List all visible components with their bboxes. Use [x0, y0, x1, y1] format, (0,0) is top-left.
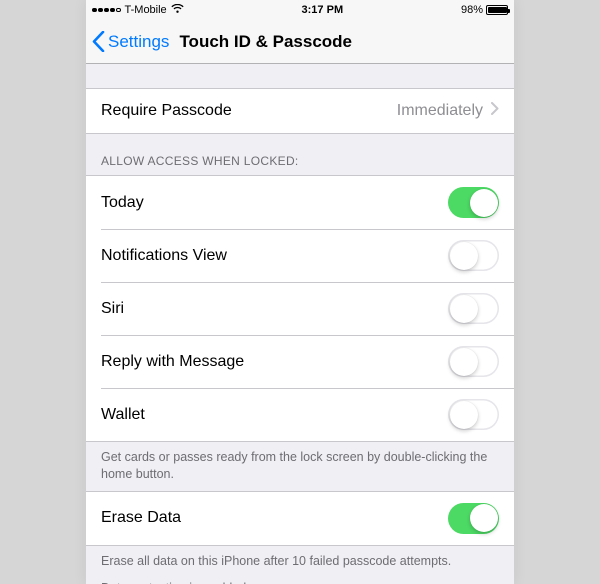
allow-access-cell: Notifications View [86, 229, 514, 282]
erase-data-switch[interactable] [448, 503, 499, 534]
require-passcode-label: Require Passcode [101, 102, 232, 120]
allow-access-item-label: Wallet [101, 406, 145, 424]
erase-data-label: Erase Data [101, 509, 181, 527]
allow-access-item-label: Today [101, 194, 144, 212]
back-label: Settings [108, 32, 169, 52]
status-bar: T-Mobile 3:17 PM 98% [86, 0, 514, 20]
allow-access-item-label: Reply with Message [101, 353, 244, 371]
background-blur-right [514, 0, 600, 584]
erase-data-cell: Erase Data [86, 492, 514, 545]
phone-screen: T-Mobile 3:17 PM 98% Settings Touch ID &… [86, 0, 514, 584]
battery-percent-label: 98% [461, 4, 483, 16]
require-passcode-cell[interactable]: Require Passcode Immediately [86, 89, 514, 133]
background-blur-left [0, 0, 86, 584]
allow-access-switch[interactable] [448, 346, 499, 377]
allow-access-item-label: Notifications View [101, 247, 227, 265]
allow-access-footer: Get cards or passes ready from the lock … [86, 442, 514, 491]
allow-access-switch[interactable] [448, 187, 499, 218]
erase-data-group: Erase Data [86, 491, 514, 546]
require-passcode-group: Require Passcode Immediately [86, 88, 514, 134]
allow-access-switch[interactable] [448, 240, 499, 271]
status-right: 98% [461, 4, 508, 16]
signal-strength-icon [92, 8, 121, 13]
navigation-bar: Settings Touch ID & Passcode [86, 20, 514, 64]
chevron-right-icon [491, 102, 499, 120]
allow-access-group: Today Notifications View Siri Reply with Me… [86, 175, 514, 442]
page-title: Touch ID & Passcode [179, 32, 352, 52]
allow-access-cell: Reply with Message [86, 335, 514, 388]
require-passcode-detail: Immediately [397, 102, 499, 120]
carrier-label: T-Mobile [125, 4, 167, 16]
allow-access-cell: Wallet [86, 388, 514, 441]
allow-access-switch[interactable] [448, 293, 499, 324]
allow-access-item-label: Siri [101, 300, 124, 318]
status-left: T-Mobile [92, 4, 184, 17]
clock-label: 3:17 PM [302, 4, 344, 16]
settings-content: Require Passcode Immediately ALLOW ACCES… [86, 64, 514, 584]
allow-access-cell: Siri [86, 282, 514, 335]
chevron-left-icon [92, 31, 105, 52]
wifi-icon [171, 4, 184, 17]
allow-access-header: ALLOW ACCESS WHEN LOCKED: [86, 134, 514, 175]
require-passcode-value: Immediately [397, 102, 483, 120]
allow-access-cell: Today [86, 176, 514, 229]
erase-data-footer: Erase all data on this iPhone after 10 f… [86, 546, 514, 584]
battery-icon [486, 5, 508, 15]
back-button[interactable]: Settings [86, 31, 169, 52]
allow-access-switch[interactable] [448, 399, 499, 430]
